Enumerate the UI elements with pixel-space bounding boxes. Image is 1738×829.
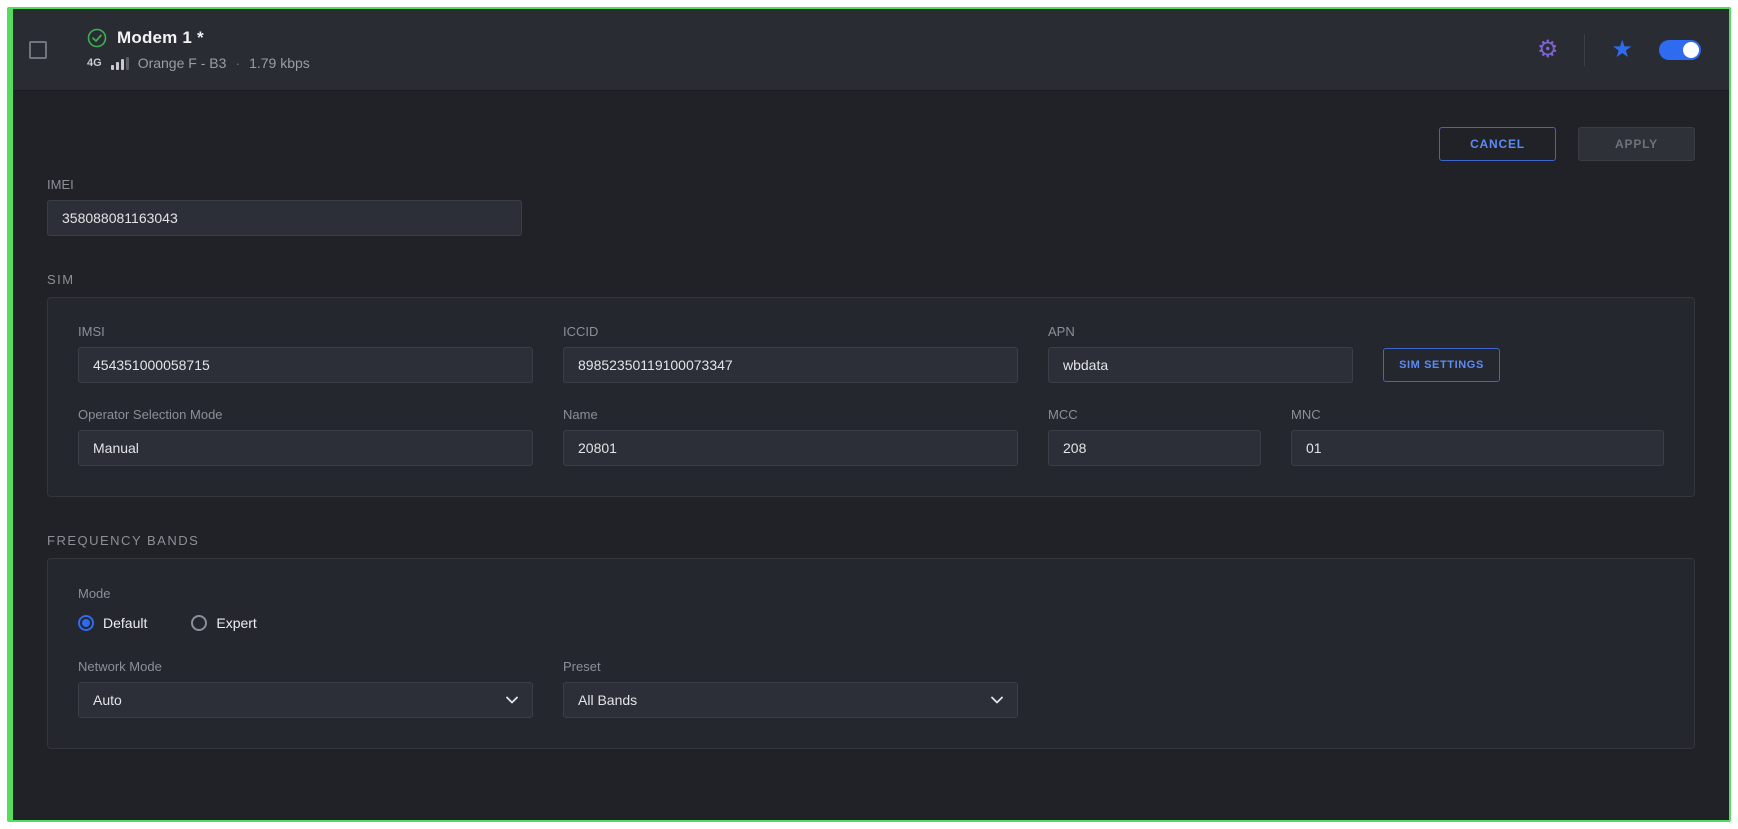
operator-mode-field-group: Operator Selection Mode — [78, 407, 533, 466]
imsi-field-group: IMSI — [78, 324, 533, 383]
modem-settings-body: CANCEL APPLY IMEI SIM IMSI ICCID — [13, 91, 1729, 820]
modem-header: Modem 1 * 4G Orange F - B3 · 1.79 kbps ⚙… — [13, 9, 1729, 91]
name-input[interactable] — [563, 430, 1018, 466]
modem-select-checkbox[interactable] — [29, 41, 47, 59]
apn-label: APN — [1048, 324, 1353, 339]
frequency-bands-panel: Mode Default Expert Network Mode — [47, 558, 1695, 749]
radio-expert-circle — [191, 615, 207, 631]
imei-field-group: IMEI — [47, 177, 522, 236]
status-check-icon — [87, 28, 107, 48]
form-actions: CANCEL APPLY — [47, 127, 1695, 161]
mnc-label: MNC — [1291, 407, 1664, 422]
preset-label: Preset — [563, 659, 1018, 674]
favorite-star-icon[interactable]: ★ — [1611, 38, 1633, 62]
toggle-knob — [1683, 42, 1699, 58]
preset-select[interactable]: All Bands — [563, 682, 1018, 718]
name-label: Name — [563, 407, 1018, 422]
iccid-input[interactable] — [563, 347, 1018, 383]
iccid-field-group: ICCID — [563, 324, 1018, 383]
iccid-label: ICCID — [563, 324, 1018, 339]
modem-title: Modem 1 * — [117, 28, 204, 48]
speed-label: 1.79 kbps — [249, 55, 310, 71]
sim-section-title: SIM — [47, 272, 1695, 287]
radio-default[interactable]: Default — [78, 615, 147, 631]
gear-icon[interactable]: ⚙ — [1537, 38, 1559, 62]
chevron-down-icon — [506, 696, 518, 704]
apn-input[interactable] — [1048, 347, 1353, 383]
network-mode-field-group: Network Mode Auto — [78, 659, 533, 718]
operator-mode-label: Operator Selection Mode — [78, 407, 533, 422]
mode-radio-group: Default Expert — [78, 615, 1664, 631]
mnc-field-group: MNC — [1291, 407, 1664, 466]
signal-strength-icon — [111, 57, 129, 70]
sim-settings-button[interactable]: SIM SETTINGS — [1383, 348, 1500, 382]
mcc-field-group: MCC — [1048, 407, 1261, 466]
mcc-label: MCC — [1048, 407, 1261, 422]
imsi-label: IMSI — [78, 324, 533, 339]
header-divider — [1584, 34, 1585, 66]
apply-button[interactable]: APPLY — [1578, 127, 1695, 161]
imei-label: IMEI — [47, 177, 522, 192]
network-tech-label: 4G — [87, 57, 102, 69]
radio-expert-label: Expert — [216, 615, 256, 631]
sim-panel: IMSI ICCID APN SIM SETTINGS Op — [47, 297, 1695, 497]
imsi-input[interactable] — [78, 347, 533, 383]
dot-separator: · — [235, 55, 240, 71]
network-mode-value: Auto — [93, 692, 122, 708]
radio-default-label: Default — [103, 615, 147, 631]
operator-mode-input[interactable] — [78, 430, 533, 466]
modem-status-row: 4G Orange F - B3 · 1.79 kbps — [87, 55, 310, 71]
apn-field-group: APN — [1048, 324, 1353, 383]
page: Modem 1 * 4G Orange F - B3 · 1.79 kbps ⚙… — [0, 0, 1738, 829]
network-mode-label: Network Mode — [78, 659, 533, 674]
modem-enable-toggle[interactable] — [1659, 40, 1701, 60]
name-field-group: Name — [563, 407, 1018, 466]
imei-input[interactable] — [47, 200, 522, 236]
frequency-selects-row: Network Mode Auto Preset All Bands — [78, 659, 1664, 718]
mode-label: Mode — [78, 586, 111, 601]
chevron-down-icon — [991, 696, 1003, 704]
radio-default-circle — [78, 615, 94, 631]
operator-label: Orange F - B3 — [138, 55, 227, 71]
preset-field-group: Preset All Bands — [563, 659, 1018, 718]
modem-title-block: Modem 1 * 4G Orange F - B3 · 1.79 kbps — [87, 28, 310, 71]
network-mode-select[interactable]: Auto — [78, 682, 533, 718]
radio-expert[interactable]: Expert — [191, 615, 256, 631]
mcc-input[interactable] — [1048, 430, 1261, 466]
cancel-button[interactable]: CANCEL — [1439, 127, 1556, 161]
preset-value: All Bands — [578, 692, 637, 708]
modem-card: Modem 1 * 4G Orange F - B3 · 1.79 kbps ⚙… — [7, 7, 1731, 822]
header-actions: ⚙ ★ — [1537, 34, 1701, 66]
frequency-bands-section-title: FREQUENCY BANDS — [47, 533, 1695, 548]
mnc-input[interactable] — [1291, 430, 1664, 466]
